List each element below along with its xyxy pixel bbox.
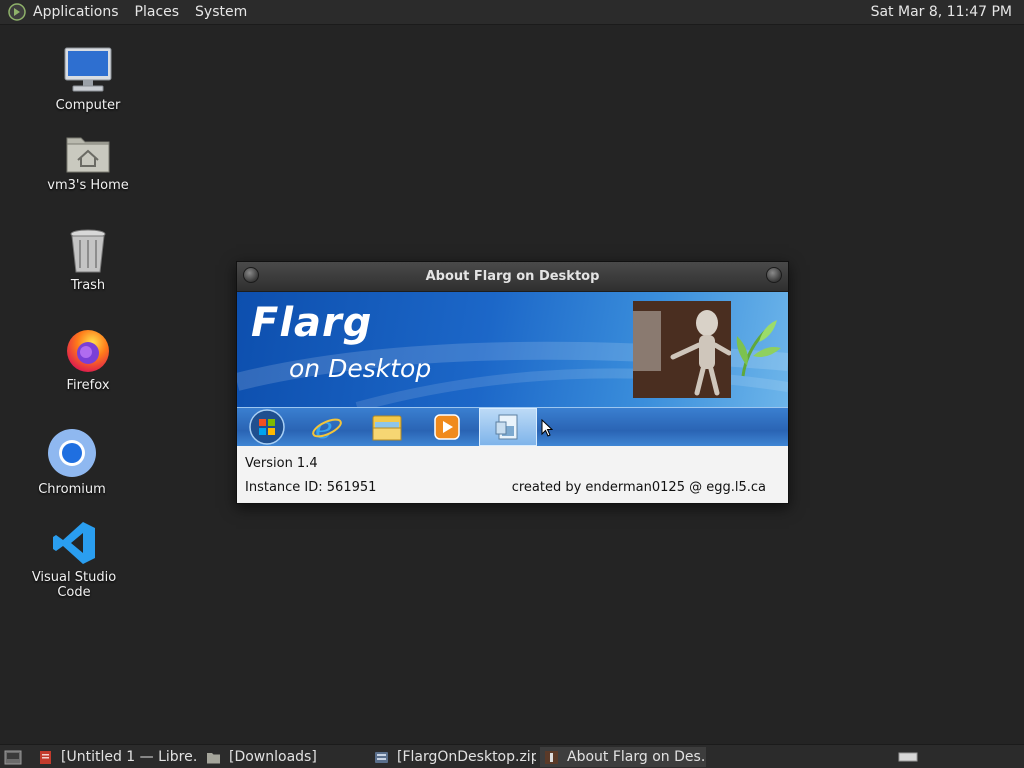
clock[interactable]: Sat Mar 8, 11:47 PM bbox=[871, 4, 1012, 20]
windows-start-icon bbox=[249, 409, 285, 445]
about-info: Version 1.4 Instance ID: 561951 created … bbox=[237, 446, 788, 502]
applications-menu[interactable]: Applications bbox=[33, 4, 119, 20]
desktop-icon-computer[interactable]: Computer bbox=[28, 44, 148, 113]
desktop-icon-firefox[interactable]: Firefox bbox=[28, 324, 148, 393]
desktop-icon-label: Firefox bbox=[66, 378, 110, 393]
media-player-icon bbox=[434, 414, 460, 440]
places-menu[interactable]: Places bbox=[135, 4, 180, 20]
banner-taskbar: e bbox=[237, 407, 788, 446]
banner-subtitle: on Desktop bbox=[289, 354, 432, 383]
file-icon bbox=[495, 414, 518, 440]
media-player-button bbox=[417, 408, 477, 446]
trash-icon bbox=[70, 229, 106, 273]
taskbar-item-label: About Flarg on Des… bbox=[567, 749, 706, 765]
desktop-icon-label: vm3's Home bbox=[47, 178, 129, 193]
version-text: Version 1.4 bbox=[245, 456, 318, 471]
mate-logo-icon[interactable] bbox=[8, 3, 26, 21]
workspace-switcher-icon[interactable] bbox=[898, 750, 918, 764]
desktop-icon-chromium[interactable]: Chromium bbox=[12, 428, 132, 497]
app-icon bbox=[545, 750, 558, 764]
desktop-icon-label: Computer bbox=[55, 98, 121, 113]
taskbar-item-label: [FlargOnDesktop.zip ] bbox=[397, 749, 536, 765]
desktop-icon-label: Trash bbox=[70, 278, 106, 293]
about-window: About Flarg on Desktop Flarg on Desktop bbox=[236, 261, 789, 504]
internet-explorer-icon: e bbox=[312, 411, 342, 443]
taskbar-item-archive[interactable]: [FlargOnDesktop.zip ] bbox=[374, 747, 536, 767]
desktop-icon-trash[interactable]: Trash bbox=[28, 224, 148, 293]
window-titlebar[interactable]: About Flarg on Desktop bbox=[237, 262, 788, 292]
document-icon bbox=[40, 750, 51, 764]
flarg-taskbar-button-active bbox=[479, 408, 537, 446]
firefox-icon bbox=[67, 330, 109, 372]
window-close-button[interactable] bbox=[766, 267, 782, 283]
chromium-icon bbox=[48, 429, 96, 477]
computer-icon bbox=[64, 47, 112, 92]
taskbar-item-libreoffice[interactable]: [Untitled 1 — Libre… bbox=[38, 747, 198, 767]
top-panel: Applications Places System Sat Mar 8, 11… bbox=[0, 0, 1024, 25]
folder-icon bbox=[207, 752, 220, 763]
desktop-icon-vscode[interactable]: Visual Studio Code bbox=[14, 516, 134, 600]
bottom-panel: [Untitled 1 — Libre… [Downloads] [FlargO… bbox=[0, 744, 1024, 768]
vscode-icon bbox=[53, 522, 95, 564]
taskbar-item-label: [Downloads] bbox=[229, 749, 317, 765]
creature-photo bbox=[633, 301, 732, 398]
show-desktop-icon[interactable] bbox=[4, 749, 22, 765]
desktop-icon-label: Chromium bbox=[38, 482, 106, 497]
window-title: About Flarg on Desktop bbox=[425, 269, 600, 284]
home-folder-icon bbox=[66, 137, 110, 173]
explorer-button bbox=[357, 408, 417, 446]
start-orb bbox=[237, 408, 297, 446]
banner-title: Flarg bbox=[251, 300, 373, 346]
system-menu[interactable]: System bbox=[195, 4, 247, 20]
mouse-cursor-icon bbox=[541, 419, 553, 437]
archive-icon bbox=[375, 751, 388, 763]
ie-button: e bbox=[297, 408, 357, 446]
taskbar-item-downloads[interactable]: [Downloads] bbox=[206, 747, 366, 767]
taskbar-item-about-flarg[interactable]: About Flarg on Des… bbox=[540, 747, 706, 767]
leaf-decoration bbox=[736, 320, 781, 377]
instance-id-text: Instance ID: 561951 bbox=[245, 480, 377, 495]
credit-text: created by enderman0125 @ egg.l5.ca bbox=[511, 480, 766, 495]
folder-icon bbox=[372, 415, 402, 441]
taskbar-item-label: [Untitled 1 — Libre… bbox=[61, 749, 198, 765]
desktop-icon-label: Visual Studio Code bbox=[31, 570, 117, 600]
about-banner: Flarg on Desktop bbox=[237, 292, 788, 407]
desktop-icon-home[interactable]: vm3's Home bbox=[28, 124, 148, 193]
